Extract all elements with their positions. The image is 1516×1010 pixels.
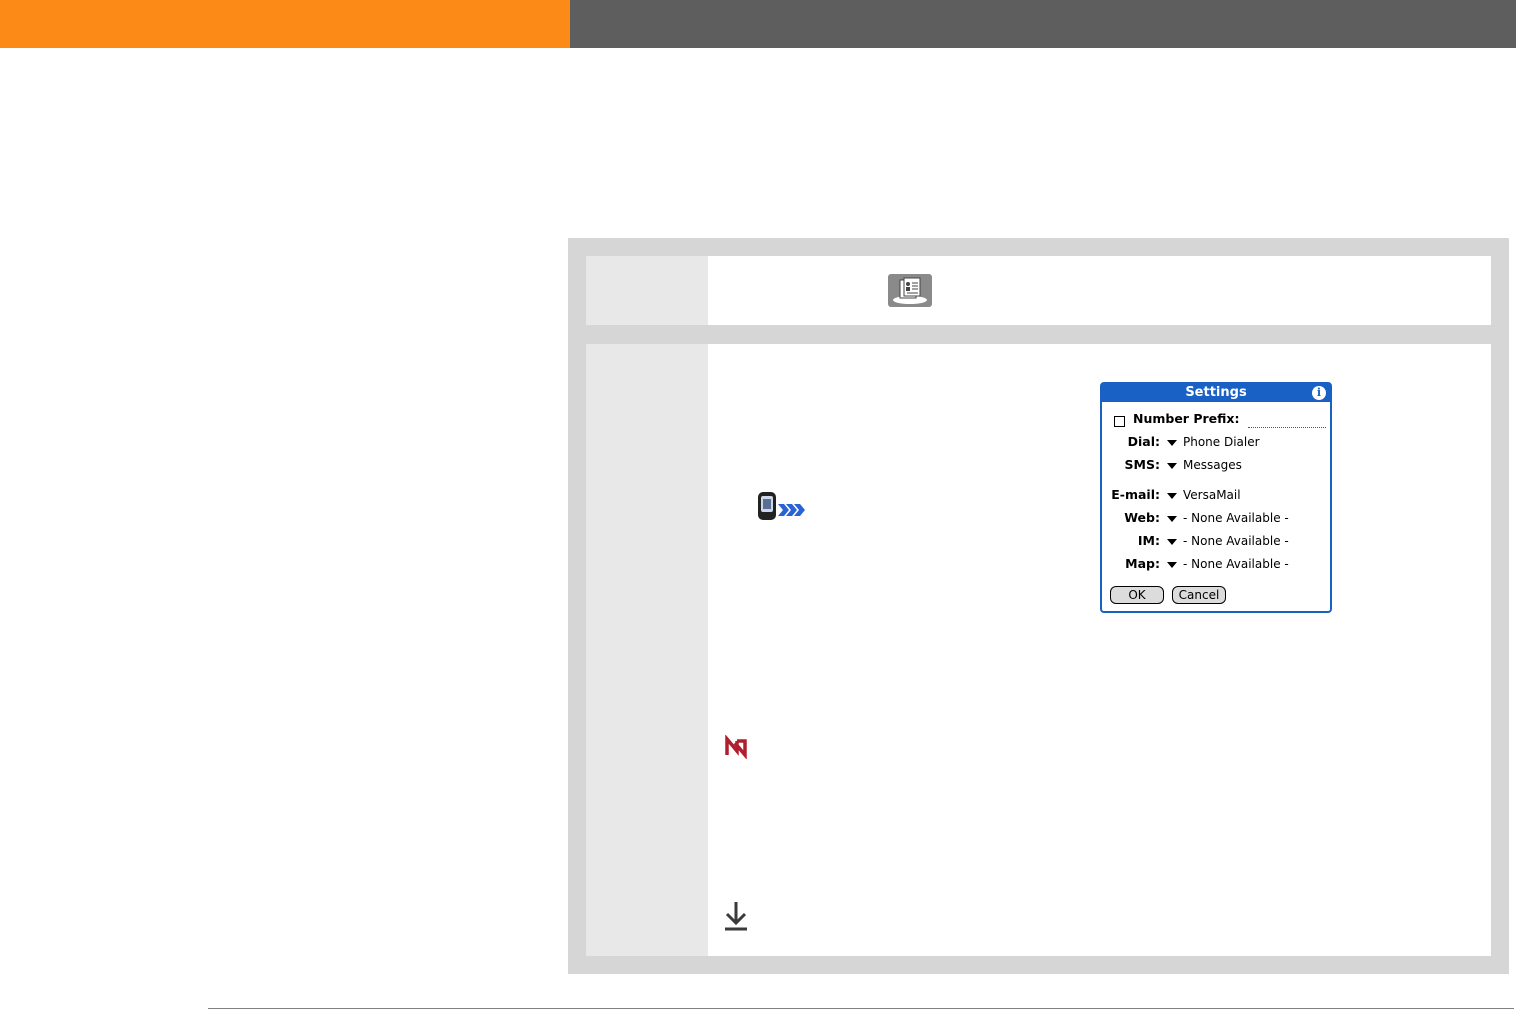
tip-icon bbox=[723, 734, 749, 760]
down-arrow-icon bbox=[722, 900, 750, 932]
im-label: IM: bbox=[1137, 533, 1160, 548]
chevron-down-icon[interactable] bbox=[1167, 493, 1177, 499]
web-app-picker[interactable]: - None Available - bbox=[1183, 511, 1289, 525]
email-label: E-mail: bbox=[1111, 487, 1160, 502]
email-app-picker[interactable]: VersaMail bbox=[1183, 488, 1241, 502]
step-row-1 bbox=[586, 256, 1491, 325]
map-app-picker[interactable]: - None Available - bbox=[1183, 557, 1289, 571]
number-prefix-checkbox[interactable] bbox=[1114, 416, 1125, 427]
settings-dialog: Settings i Number Prefix: Dial: Phone Di… bbox=[1100, 382, 1332, 613]
chevron-down-icon[interactable] bbox=[1167, 463, 1177, 469]
cancel-button[interactable]: Cancel bbox=[1172, 586, 1226, 604]
chevron-down-icon[interactable] bbox=[1167, 539, 1177, 545]
sms-app-picker[interactable]: Messages bbox=[1183, 458, 1242, 472]
header-bar-right bbox=[570, 0, 1516, 48]
footer-divider bbox=[208, 1008, 1514, 1009]
chevron-down-icon[interactable] bbox=[1167, 440, 1177, 446]
im-app-picker[interactable]: - None Available - bbox=[1183, 534, 1289, 548]
sms-label: SMS: bbox=[1124, 457, 1160, 472]
chevron-down-icon[interactable] bbox=[1167, 562, 1177, 568]
step-row-2 bbox=[586, 344, 1491, 956]
chevron-down-icon[interactable] bbox=[1167, 516, 1177, 522]
map-label: Map: bbox=[1125, 556, 1160, 571]
number-prefix-label: Number Prefix: bbox=[1133, 411, 1240, 426]
ok-button[interactable]: OK bbox=[1110, 586, 1164, 604]
step-body-cell bbox=[708, 256, 1491, 325]
dial-app-picker[interactable]: Phone Dialer bbox=[1183, 435, 1260, 449]
dial-label: Dial: bbox=[1127, 434, 1160, 449]
web-label: Web: bbox=[1124, 510, 1160, 525]
header-bar-left bbox=[0, 0, 570, 48]
info-icon[interactable]: i bbox=[1312, 386, 1326, 400]
contacts-icon[interactable] bbox=[888, 274, 932, 307]
step-number-cell bbox=[586, 256, 708, 325]
dialog-title: Settings bbox=[1102, 384, 1330, 402]
step-number-cell bbox=[586, 344, 708, 956]
handheld-menu-icon bbox=[754, 490, 806, 524]
number-prefix-field[interactable] bbox=[1248, 426, 1326, 428]
